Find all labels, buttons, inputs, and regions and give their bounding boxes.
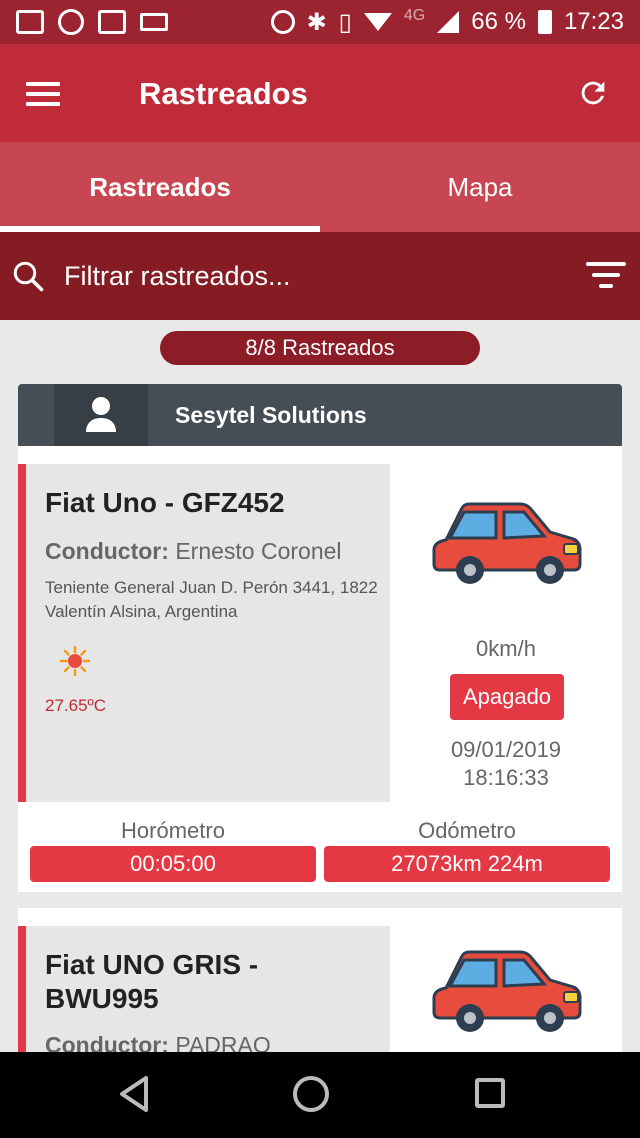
- vehicle-card[interactable]: Fiat Uno - GFZ452 Conductor: Ernesto Cor…: [18, 446, 622, 892]
- recent-apps-icon[interactable]: [475, 1078, 505, 1108]
- battery-icon: [537, 10, 552, 34]
- tracked-count-badge: 8/8 Rastreados: [160, 331, 480, 365]
- home-icon[interactable]: [293, 1076, 329, 1112]
- driver-name: PADRAO: [175, 1032, 271, 1052]
- status-bar-system: ✱ ▯ 4G 66 % 17:23: [270, 7, 624, 37]
- network-type: 4G: [403, 7, 426, 24]
- last-report-date: 09/01/2019: [450, 737, 562, 762]
- vehicle-name: Fiat Uno - GFZ452: [45, 487, 285, 518]
- last-report-time: 18:16:33: [463, 765, 549, 790]
- vehicle-name: Fiat UNO GRIS - BWU995: [45, 949, 259, 1014]
- hourmeter-label: Horómetro: [121, 818, 225, 843]
- back-icon[interactable]: [116, 1074, 152, 1114]
- tab-mapa[interactable]: Mapa: [320, 142, 640, 232]
- status-bar: ✱ ▯ 4G 66 % 17:23: [0, 0, 640, 44]
- vehicle-address: Teniente General Juan D. Perón 3441, 182…: [45, 578, 378, 621]
- car-icon: [432, 950, 582, 1032]
- clock: 17:23: [563, 8, 624, 35]
- vehicle-info-panel: Fiat UNO GRIS - BWU995 Conductor: PADRAO: [18, 926, 390, 1052]
- vehicle-info-panel: Fiat Uno - GFZ452 Conductor: Ernesto Cor…: [18, 464, 390, 802]
- wifi-icon: [363, 13, 392, 31]
- image-icon: [98, 10, 126, 34]
- hourmeter-value: 00:05:00: [30, 846, 316, 882]
- gmail-icon: [16, 10, 44, 34]
- filter-icon[interactable]: [586, 262, 626, 290]
- tab-bar: Rastreados Mapa: [0, 142, 640, 232]
- group-header[interactable]: Sesytel Solutions: [18, 384, 622, 446]
- data-saver-icon: [270, 10, 295, 34]
- system-nav-bar: [0, 1052, 640, 1138]
- vehicle-speed: 0km/h: [476, 636, 536, 661]
- search-input[interactable]: [64, 254, 564, 298]
- user-icon: [54, 384, 148, 446]
- driver-label: Conductor:: [45, 1032, 169, 1052]
- battery-percent: 66 %: [471, 8, 526, 35]
- laptop-icon: [140, 13, 168, 31]
- driver-name: Ernesto Coronel: [175, 538, 342, 564]
- vehicle-temperature: 27.65ºC: [45, 696, 107, 715]
- status-badge: Apagado: [450, 674, 564, 720]
- page-title: Rastreados: [139, 76, 308, 111]
- refresh-icon[interactable]: [576, 76, 610, 110]
- driver-label: Conductor:: [45, 538, 169, 564]
- app-bar: Rastreados: [0, 44, 640, 142]
- status-bar-notifications: [16, 9, 168, 35]
- bluetooth-icon: ✱: [306, 8, 327, 36]
- lock-app-icon: [58, 9, 84, 35]
- search-bar: [0, 232, 640, 320]
- group-name: Sesytel Solutions: [175, 402, 367, 428]
- tab-rastreados[interactable]: Rastreados: [0, 142, 320, 232]
- car-icon: [432, 502, 582, 584]
- vibrate-icon: ▯: [338, 8, 352, 36]
- vehicle-driver: Conductor: Ernesto Coronel: [45, 538, 342, 565]
- vehicle-driver: Conductor: PADRAO: [45, 1032, 271, 1052]
- hamburger-icon[interactable]: [26, 82, 60, 106]
- odometer-label: Odómetro: [418, 818, 516, 843]
- odometer-value: 27073km 224m: [324, 846, 610, 882]
- search-icon[interactable]: [10, 258, 46, 294]
- last-report-datetime: 09/01/2019 18:16:33: [390, 736, 622, 792]
- sun-icon: [60, 646, 90, 676]
- vehicle-card[interactable]: Fiat UNO GRIS - BWU995 Conductor: PADRAO: [18, 908, 622, 1052]
- signal-icon: [437, 11, 460, 33]
